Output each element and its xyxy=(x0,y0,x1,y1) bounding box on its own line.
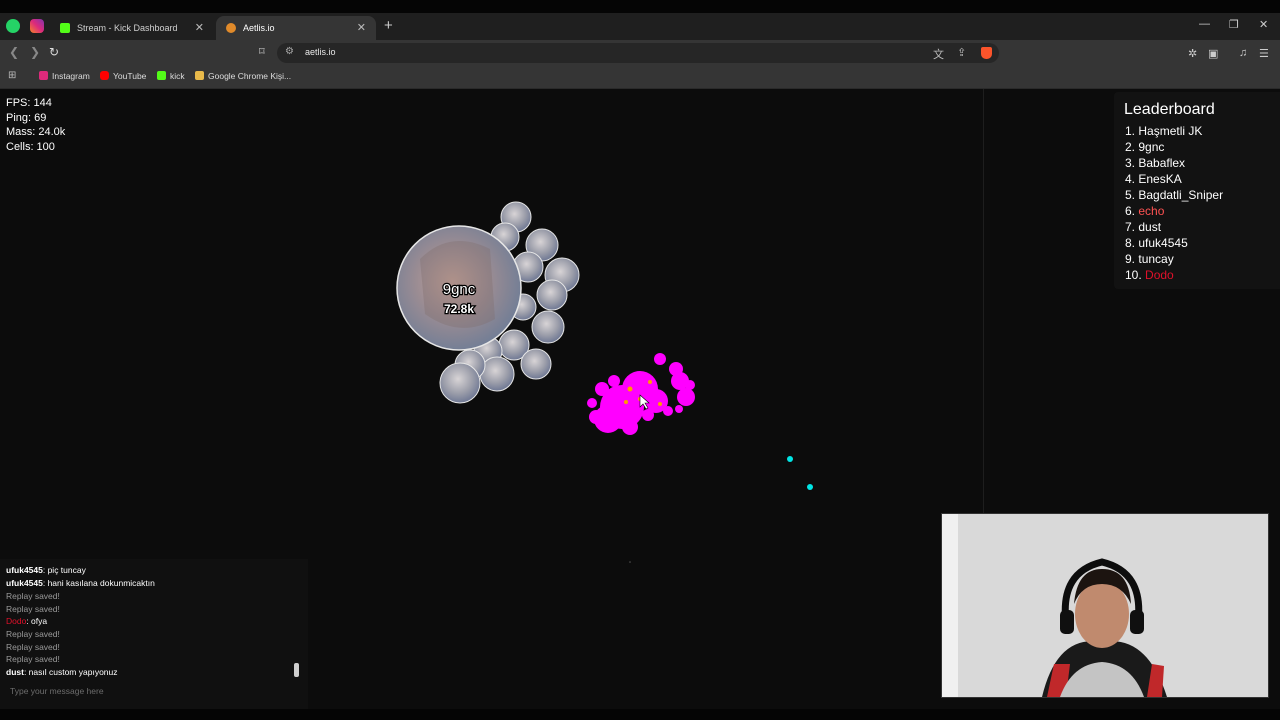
leaderboard-panel: Leaderboard 1. Haşmetli JK 2. 9gnc 3. Ba… xyxy=(1114,92,1280,289)
tab-bar: Stream - Kick Dashboard ✕ Aetlis.io ✕ + … xyxy=(0,13,1280,40)
instagram-icon xyxy=(39,71,48,80)
instagram-pinned-tab-icon[interactable] xyxy=(30,19,44,33)
chat-system-message: Replay saved! xyxy=(6,604,60,614)
tab-kick-dashboard[interactable]: Stream - Kick Dashboard ✕ xyxy=(50,16,214,40)
game-canvas[interactable]: 9gnc 72.8k FPS: 144 Ping: 69 Mass: 24.0k… xyxy=(0,89,1280,720)
window-bottom-strip xyxy=(0,709,1280,720)
chat-message: dust: nasıl custom yapıyonuz xyxy=(6,667,118,677)
leaderboard-entry: 1. Haşmetli JK xyxy=(1125,124,1203,138)
enemy-cell-cluster xyxy=(587,353,695,435)
chat-input[interactable]: Type your message here xyxy=(4,683,300,699)
mass-counter: Mass: 24.0k xyxy=(6,126,66,139)
media-icon[interactable]: ♫ xyxy=(1239,47,1247,59)
bookmarks-bar: ⊞ Instagram YouTube kick Google Chrome K… xyxy=(0,66,1280,89)
new-tab-icon[interactable]: + xyxy=(384,17,393,34)
apps-grid-icon[interactable]: ⊞ xyxy=(8,70,16,81)
leaderboard-entry: 2. 9gnc xyxy=(1125,140,1165,154)
food-pellet xyxy=(787,456,793,462)
leaderboard-title: Leaderboard xyxy=(1124,101,1215,118)
leaderboard-entry: 8. ufuk4545 xyxy=(1125,236,1188,250)
chat-system-message: Replay saved! xyxy=(6,654,60,664)
tab-title: Stream - Kick Dashboard xyxy=(77,23,178,33)
whatsapp-pinned-tab-icon[interactable] xyxy=(6,19,20,33)
bookmark-folder-chrome[interactable]: Google Chrome Kişi... xyxy=(195,71,291,81)
streamer-webcam-overlay xyxy=(941,513,1269,698)
restore-icon[interactable]: ❐ xyxy=(1229,18,1239,31)
reload-icon[interactable]: ↻ xyxy=(49,45,59,59)
tab-title: Aetlis.io xyxy=(243,23,275,33)
chat-system-message: Replay saved! xyxy=(6,591,60,601)
leaderboard-entry: 7. dust xyxy=(1125,220,1162,234)
back-icon[interactable]: ❮ xyxy=(9,45,19,59)
close-window-icon[interactable]: ✕ xyxy=(1259,18,1268,31)
chat-message: ufuk4545: hani kasılana dokunmicaktın xyxy=(6,578,155,588)
share-icon[interactable]: ⇪ xyxy=(957,46,966,59)
minimize-icon[interactable]: — xyxy=(1199,18,1210,30)
chat-panel: ufuk4545: piç tuncay ufuk4545: hani kası… xyxy=(0,559,308,709)
extensions-icon[interactable]: ✲ xyxy=(1188,47,1197,60)
webcam-image xyxy=(942,514,1268,697)
leaderboard-entry: 9. tuncay xyxy=(1125,252,1174,266)
wallet-icon[interactable]: ▣ xyxy=(1208,47,1218,60)
leaderboard-entry: 3. Babaflex xyxy=(1125,156,1186,170)
forward-icon[interactable]: ❯ xyxy=(30,45,40,59)
leaderboard-entry: 5. Bagdatli_Sniper xyxy=(1125,188,1224,202)
kick-icon xyxy=(157,71,166,80)
player-cell-name: 9gnc xyxy=(443,281,476,298)
map-border xyxy=(983,89,984,514)
chat-system-message: Replay saved! xyxy=(6,642,60,652)
site-info-icon[interactable]: ⚙ xyxy=(285,46,294,57)
chat-scrollbar[interactable] xyxy=(294,663,299,677)
close-tab-icon[interactable]: ✕ xyxy=(195,16,204,40)
brave-shields-icon[interactable] xyxy=(981,47,992,59)
url-text: aetlis.io xyxy=(305,47,336,57)
aetlis-favicon-icon xyxy=(226,23,236,33)
chat-system-message: Replay saved! xyxy=(6,629,60,639)
chat-message: Dodo: ofya xyxy=(6,616,48,626)
fps-counter: FPS: 144 xyxy=(6,97,52,109)
player-cell-mass: 72.8k xyxy=(444,302,474,316)
bookmark-kick[interactable]: kick xyxy=(157,71,185,81)
window-top-strip xyxy=(0,0,1280,13)
close-tab-icon[interactable]: ✕ xyxy=(357,16,366,40)
leaderboard-list: 1. Haşmetli JK 2. 9gnc 3. Babaflex 4. En… xyxy=(1125,123,1223,283)
stats-panel: FPS: 144 Ping: 69 Mass: 24.0k Cells: 100 xyxy=(6,96,65,155)
translate-icon[interactable]: 文 xyxy=(933,46,944,62)
food-pellet xyxy=(629,561,631,563)
bookmark-youtube[interactable]: YouTube xyxy=(100,71,146,81)
leaderboard-entry: 10. Dodo xyxy=(1125,268,1174,282)
player-main-cell: 9gnc 72.8k xyxy=(396,225,522,351)
ping-counter: Ping: 69 xyxy=(6,111,47,124)
bookmark-instagram[interactable]: Instagram xyxy=(39,71,90,81)
leaderboard-entry: 6. echo xyxy=(1125,204,1165,218)
food-pellet xyxy=(807,484,813,490)
folder-icon xyxy=(195,71,204,80)
kick-favicon-icon xyxy=(60,23,70,33)
bookmark-icon[interactable]: ⌑ xyxy=(259,45,265,58)
address-bar[interactable]: ⚙ aetlis.io 文 ⇪ xyxy=(277,43,999,63)
cells-counter: Cells: 100 xyxy=(6,141,55,154)
tab-aetlis[interactable]: Aetlis.io ✕ xyxy=(216,16,376,40)
chat-message: ufuk4545: piç tuncay xyxy=(6,565,86,575)
navigation-bar: ❮ ❯ ↻ ⌑ ⚙ aetlis.io 文 ⇪ ✲ ▣ ♫ ☰ xyxy=(0,40,1280,66)
leaderboard-entry: 4. EnesKA xyxy=(1125,172,1182,186)
menu-icon[interactable]: ☰ xyxy=(1259,47,1269,60)
youtube-icon xyxy=(100,71,109,80)
